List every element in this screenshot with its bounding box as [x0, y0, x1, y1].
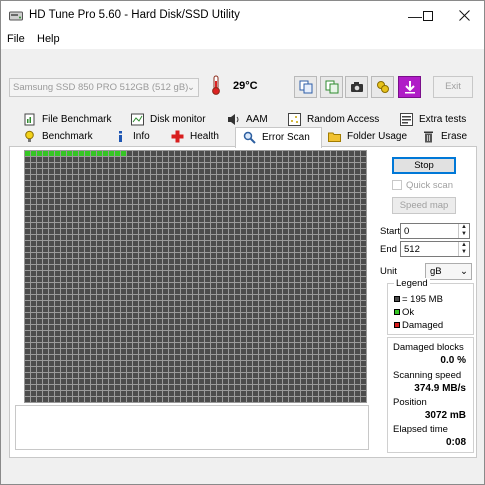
tab-disk-monitor[interactable]: Disk monitor [131, 113, 206, 131]
legend-ok: Ok [394, 307, 414, 318]
camera-icon [350, 82, 363, 92]
tab-label: Info [133, 131, 150, 142]
tab-label: Extra tests [419, 114, 467, 125]
legend-block-size-text: = 195 MB [402, 294, 443, 305]
tab-label: Error Scan [262, 132, 310, 143]
copy-text-button[interactable] [320, 76, 343, 98]
drive-select[interactable]: Samsung SSD 850 PRO 512GB (512 gB) ⌄ [9, 78, 199, 97]
spin-up-icon[interactable]: ▲ [458, 242, 469, 249]
menu-file[interactable]: File [7, 33, 25, 45]
error-scan-panel: Stop Quick scan Speed map Start 0 ▲ ▼ En… [9, 146, 477, 458]
speaker-icon [227, 113, 240, 126]
drive-select-value: Samsung SSD 850 PRO 512GB (512 gB) [13, 82, 189, 93]
trash-icon [422, 130, 435, 143]
exit-button[interactable]: Exit [433, 76, 473, 98]
unit-value: gB [430, 266, 442, 277]
checkbox-box [392, 180, 402, 191]
toolbar: Samsung SSD 850 PRO 512GB (512 gB) ⌄ 29°… [1, 49, 484, 101]
copy-text-icon [325, 80, 338, 94]
extra-tests-icon [400, 113, 413, 126]
damaged-blocks-label: Damaged blocks [393, 342, 464, 353]
legend-damaged: Damaged [394, 320, 443, 331]
scan-log[interactable] [15, 405, 369, 450]
scanned-ok-blocks [24, 150, 126, 156]
tab-extra-tests[interactable]: Extra tests [400, 113, 466, 131]
tab-file-benchmark[interactable]: File Benchmark [23, 113, 111, 131]
chevron-down-icon: ⌄ [187, 82, 195, 93]
tab-label: AAM [246, 114, 268, 125]
tab-label: Health [190, 131, 219, 142]
end-field[interactable]: 512 ▲ ▼ [400, 241, 470, 257]
close-button[interactable] [441, 1, 485, 31]
tab-label: Random Access [307, 114, 380, 125]
scan-block-map [24, 150, 367, 403]
speed-map-button[interactable]: Speed map [392, 197, 456, 214]
options-icon [376, 81, 389, 93]
menu-help[interactable]: Help [37, 33, 60, 45]
quick-scan-label: Quick scan [406, 180, 453, 191]
legend-block-size: = 195 MB [394, 294, 443, 305]
spin-down-icon[interactable]: ▼ [458, 231, 469, 238]
temperature-readout: 29°C [233, 80, 258, 92]
scanning-speed-value: 374.9 MB/s [414, 383, 466, 394]
start-field[interactable]: 0 ▲ ▼ [400, 223, 470, 239]
magnifier-icon [243, 131, 256, 144]
disk-monitor-icon [131, 113, 144, 126]
window-title: HD Tune Pro 5.60 - Hard Disk/SSD Utility [29, 9, 240, 21]
folder-icon [328, 130, 341, 143]
tab-label: Erase [441, 131, 468, 142]
copy-icon [299, 80, 312, 94]
options-button[interactable] [371, 76, 394, 98]
tab-error-scan[interactable]: Error Scan [235, 127, 322, 148]
file-benchmark-icon [23, 113, 36, 126]
random-access-icon [288, 113, 301, 126]
spin-up-icon[interactable]: ▲ [458, 224, 469, 231]
start-value: 0 [404, 226, 410, 237]
damaged-swatch [394, 322, 400, 329]
tab-strip: File Benchmark Disk monitor AAM Random A… [9, 109, 477, 148]
tab-label: Folder Usage [347, 131, 408, 142]
legend-ok-text: Ok [402, 307, 415, 318]
legend-title: Legend [394, 278, 430, 289]
stop-button[interactable]: Stop [392, 157, 456, 174]
arrow-down-icon [404, 81, 415, 94]
copy-info-button[interactable] [294, 76, 317, 98]
unit-select[interactable]: gB ⌄ [425, 263, 472, 280]
elapsed-time-label: Elapsed time [393, 424, 448, 435]
unit-label: Unit [380, 266, 397, 277]
tab-label: Disk monitor [150, 114, 206, 125]
close-icon [458, 10, 470, 21]
info-icon [114, 130, 127, 143]
legend-box: Legend = 195 MB Ok Damaged [387, 278, 474, 335]
scanning-speed-label: Scanning speed [393, 370, 462, 381]
spin-down-icon[interactable]: ▼ [458, 249, 469, 256]
lightbulb-icon [23, 130, 36, 143]
save-button[interactable] [398, 76, 421, 98]
chevron-down-icon: ⌄ [460, 266, 468, 277]
quick-scan-checkbox[interactable]: Quick scan [392, 180, 453, 191]
health-cross-icon [171, 130, 184, 143]
legend-damaged-text: Damaged [402, 320, 444, 331]
ok-swatch [394, 309, 400, 316]
title-bar: HD Tune Pro 5.60 - Hard Disk/SSD Utility… [1, 1, 484, 31]
position-label: Position [393, 397, 427, 408]
tab-label: File Benchmark [42, 114, 112, 125]
thermometer-icon [210, 75, 222, 98]
tab-label: Benchmark [42, 131, 93, 142]
block-swatch [394, 296, 400, 303]
app-disk-icon [9, 10, 23, 25]
maximize-icon [423, 11, 433, 21]
damaged-blocks-value: 0.0 % [440, 355, 466, 366]
app-window: HD Tune Pro 5.60 - Hard Disk/SSD Utility… [0, 0, 485, 485]
start-label: Start [380, 226, 401, 237]
scan-stats-box: Damaged blocks 0.0 % Scanning speed 374.… [387, 337, 474, 453]
menu-bar: File Help [1, 31, 484, 49]
end-value: 512 [404, 244, 420, 255]
screenshot-button[interactable] [345, 76, 368, 98]
end-label: End [380, 244, 397, 255]
position-value: 3072 mB [424, 410, 466, 421]
elapsed-time-value: 0:08 [445, 437, 466, 448]
